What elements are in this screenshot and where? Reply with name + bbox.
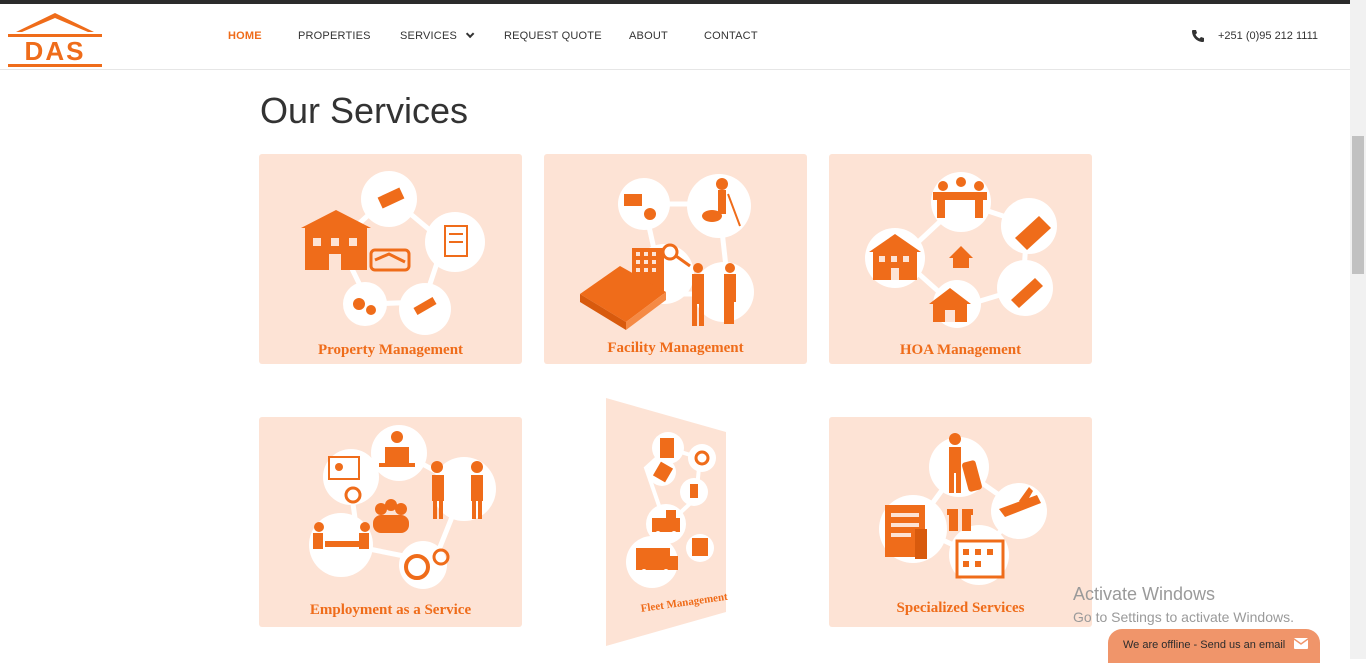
nav-request-quote[interactable]: REQUEST QUOTE: [504, 30, 602, 44]
card-title: Specialized Services: [896, 600, 1025, 616]
das-logo[interactable]: DAS: [6, 10, 104, 68]
facility-management-illustration: [580, 174, 754, 330]
service-card-hoa[interactable]: HOA Management: [829, 154, 1092, 364]
service-card-facility[interactable]: Facility Management: [544, 154, 807, 364]
scrollbar-thumb[interactable]: [1352, 136, 1364, 274]
phone-icon: [1192, 30, 1204, 42]
chat-label: We are offline - Send us an email: [1123, 639, 1286, 651]
nav-services-label: SERVICES: [400, 30, 458, 42]
page-title: Our Services: [260, 90, 469, 131]
service-card-property[interactable]: Property Management: [259, 154, 522, 364]
watermark-title: Activate Windows: [1073, 584, 1216, 604]
employment-illustration: [309, 425, 496, 589]
property-management-illustration: [301, 171, 485, 335]
nav-properties[interactable]: PROPERTIES: [298, 30, 371, 44]
service-card-employment[interactable]: Employment as a Service: [259, 417, 522, 627]
card-title: Property Management: [317, 342, 464, 358]
hoa-management-illustration: [865, 172, 1057, 328]
chat-offline-button[interactable]: We are offline - Send us an email: [1108, 629, 1320, 663]
mail-icon: [1294, 638, 1308, 649]
nav-home[interactable]: HOME: [228, 30, 262, 44]
scrollbar-track[interactable]: [1350, 0, 1366, 659]
specialized-services-illustration: [879, 433, 1047, 585]
logo-text: DAS: [25, 36, 86, 66]
service-card-specialized[interactable]: Specialized Services: [829, 417, 1092, 627]
chevron-down-icon: [465, 29, 475, 39]
card-title: Employment as a Service: [309, 602, 472, 618]
navbar: DAS HOME PROPERTIES SERVICES REQUEST QUO…: [0, 4, 1350, 70]
phone-number[interactable]: +251 (0)95 212 1111: [1218, 30, 1318, 42]
activate-windows-watermark: Activate Windows Go to Settings to activ…: [1073, 584, 1294, 625]
card-title: HOA Management: [899, 342, 1022, 358]
nav-about[interactable]: ABOUT: [629, 30, 668, 44]
card-title: Facility Management: [607, 340, 744, 356]
nav-services[interactable]: SERVICES: [400, 29, 475, 44]
nav-contact[interactable]: CONTACT: [704, 30, 758, 44]
watermark-subtitle: Go to Settings to activate Windows.: [1073, 609, 1294, 625]
